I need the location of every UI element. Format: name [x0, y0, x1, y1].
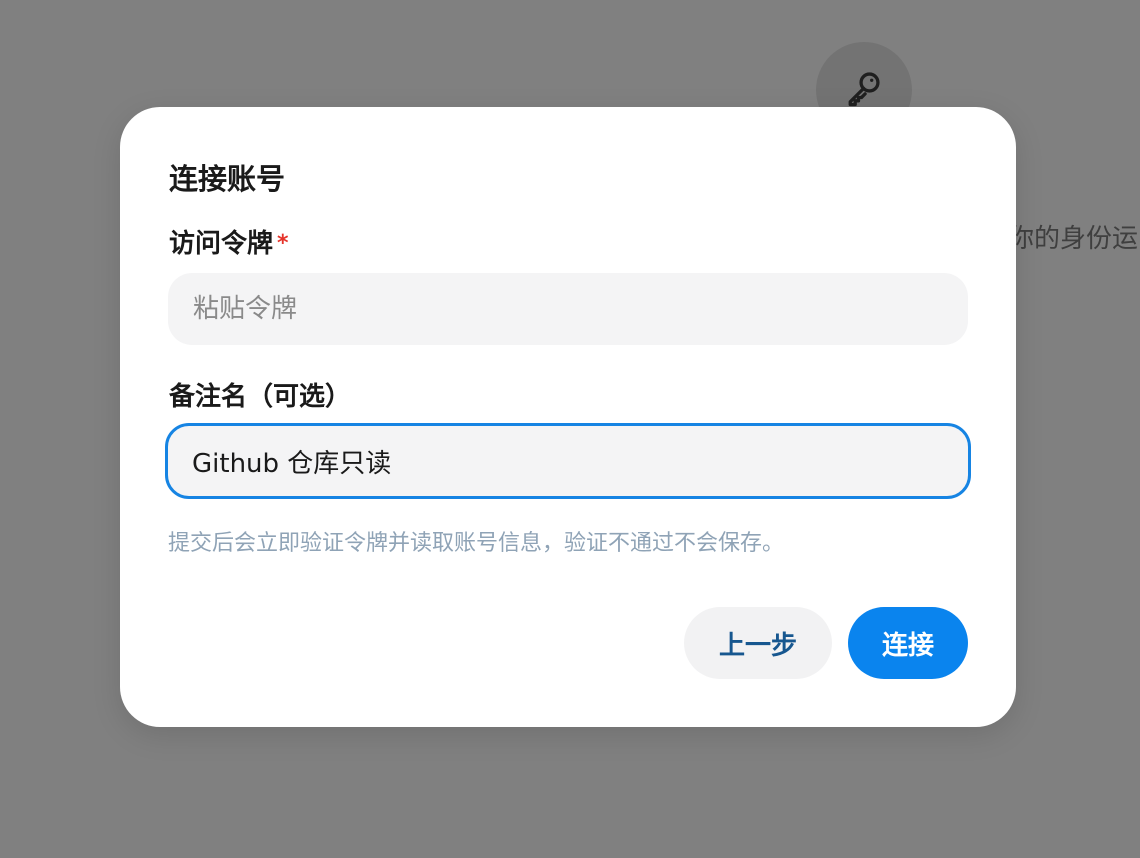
access-token-input[interactable] — [168, 273, 968, 345]
note-name-input[interactable] — [165, 423, 971, 499]
required-mark: * — [277, 231, 289, 256]
validation-hint: 提交后会立即验证令牌并读取账号信息，验证不通过不会保存。 — [168, 531, 785, 556]
connect-account-dialog: 连接账号 访问令牌* 备注名（可选） 提交后会立即验证令牌并读取账号信息，验证不… — [120, 107, 1016, 727]
connect-button[interactable]: 连接 — [848, 607, 968, 679]
note-field-label: 备注名（可选） — [169, 382, 352, 412]
token-field-label: 访问令牌 * — [169, 226, 289, 262]
background-description-text: 你的身份运 — [1008, 224, 1139, 254]
dialog-title: 连接账号 — [169, 162, 286, 196]
token-field-label-text: 访问令牌 — [169, 229, 274, 259]
back-button[interactable]: 上一步 — [684, 607, 832, 679]
